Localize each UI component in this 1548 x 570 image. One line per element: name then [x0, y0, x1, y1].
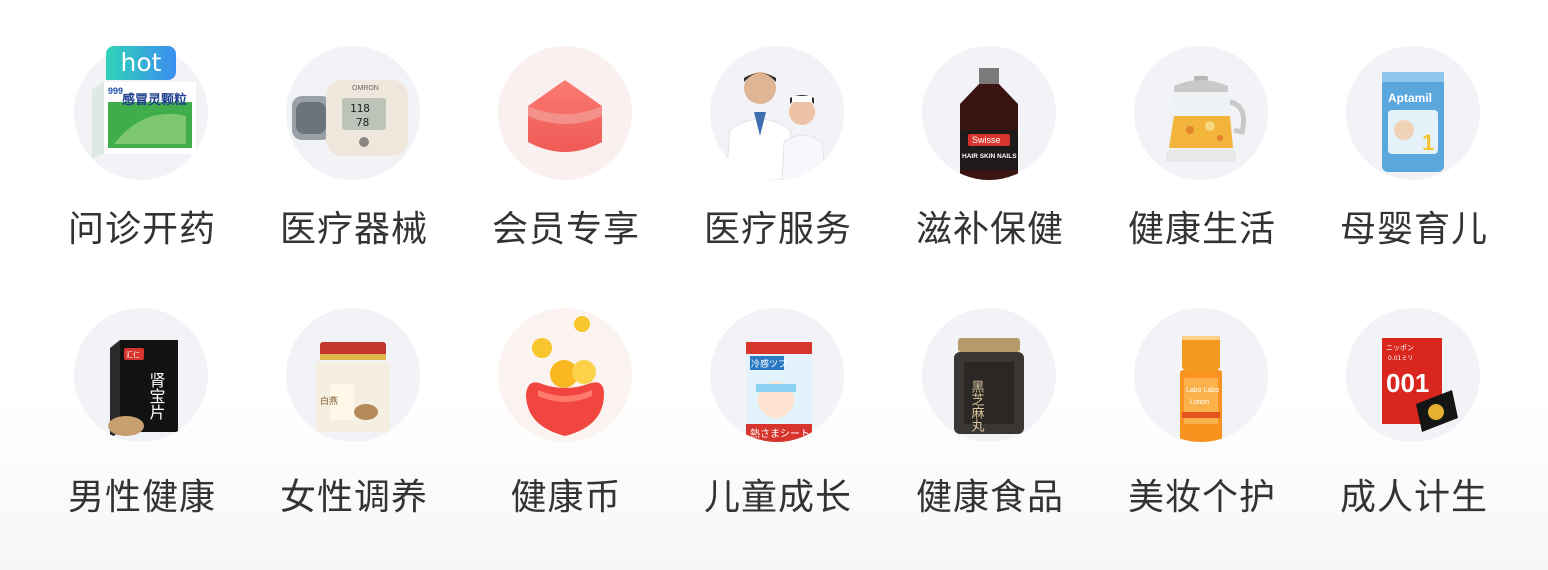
- category-label: 医疗器械: [279, 209, 428, 250]
- svg-text:Lotion: Lotion: [1190, 399, 1209, 406]
- category-item-health-food[interactable]: 黑芝麻丸 健康食品: [884, 270, 1096, 540]
- okamoto-box-icon: ニッポン 0.01ミリ 001: [1382, 338, 1458, 432]
- svg-text:0.01ミリ: 0.01ミリ: [1388, 355, 1413, 362]
- category-item-nourishing-health[interactable]: Swisse HAIR SKIN NAILS 滋补保健: [884, 0, 1096, 270]
- category-item-consult-medicine[interactable]: 999 感冒灵颗粒 问诊开药: [36, 0, 248, 270]
- category-icon-circle: 黑芝麻丸: [922, 308, 1056, 442]
- category-icon-circle: 白燕: [286, 308, 420, 442]
- category-label: 会员专享: [491, 209, 640, 250]
- category-label: 健康币: [510, 477, 622, 518]
- category-label: 问诊开药: [67, 209, 216, 250]
- category-label: 健康食品: [915, 477, 1064, 518]
- svg-text:999: 999: [108, 86, 123, 96]
- svg-text:1: 1: [1422, 130, 1434, 155]
- category-item-health-coin[interactable]: 健康币: [460, 270, 672, 540]
- svg-text:黑芝麻丸: 黑芝麻丸: [969, 380, 985, 433]
- swisse-bottle-icon: Swisse HAIR SKIN NAILS: [960, 68, 1018, 180]
- category-icon-circle: 汇仁 肾宝片: [74, 308, 208, 442]
- blood-pressure-monitor-icon: OMRON 118 78: [292, 80, 408, 156]
- svg-text:Aptamil: Aptamil: [1388, 91, 1432, 105]
- category-label: 母婴育儿: [1339, 209, 1488, 250]
- category-item-medical-services[interactable]: 医疗服务: [672, 0, 884, 270]
- kidney-tablets-box-icon: 汇仁 肾宝片: [108, 340, 178, 438]
- svg-text:OMRON: OMRON: [352, 85, 379, 92]
- svg-text:118: 118: [350, 102, 370, 115]
- category-label: 美妆个护: [1127, 477, 1276, 518]
- category-icon-circle: [498, 308, 632, 442]
- svg-text:Labo Labo: Labo Labo: [1186, 387, 1219, 394]
- category-label: 女性调养: [279, 477, 428, 518]
- category-icon-circle: ニッポン 0.01ミリ 001: [1346, 308, 1480, 442]
- health-kettle-icon: [1166, 76, 1246, 162]
- category-item-maternal-infant[interactable]: Aptamil 1 母婴育儿: [1308, 0, 1520, 270]
- svg-text:感冒灵颗粒: 感冒灵颗粒: [122, 92, 187, 108]
- category-icon-circle: [1134, 46, 1268, 180]
- lotion-bottle-icon: Labo Labo Lotion: [1180, 336, 1222, 442]
- category-icon-circle: 冷感ツブ 熱さまシート: [710, 308, 844, 442]
- category-icon-circle: Swisse HAIR SKIN NAILS: [922, 46, 1056, 180]
- svg-text:白燕: 白燕: [320, 395, 338, 407]
- svg-text:78: 78: [356, 116, 369, 129]
- member-red-pentagon-icon: [528, 80, 602, 152]
- hot-badge: hot: [106, 46, 176, 80]
- category-item-womens-care[interactable]: 白燕 女性调养: [248, 270, 460, 540]
- svg-text:汇仁: 汇仁: [126, 350, 140, 359]
- category-icon-circle: Aptamil 1: [1346, 46, 1480, 180]
- category-item-healthy-living[interactable]: 健康生活: [1096, 0, 1308, 270]
- svg-text:ニッポン: ニッポン: [1386, 344, 1414, 352]
- svg-text:熱さまシート: 熱さまシート: [750, 427, 810, 440]
- black-sesame-pills-jar-icon: 黑芝麻丸: [954, 338, 1024, 434]
- category-item-member-exclusive[interactable]: 会员专享: [460, 0, 672, 270]
- birds-nest-jar-icon: 白燕: [316, 342, 390, 432]
- svg-text:HAIR SKIN NAILS: HAIR SKIN NAILS: [962, 153, 1017, 160]
- category-grid: 999 感冒灵颗粒 问诊开药 OMRON 118 78 医疗器械 会员专享 医疗…: [36, 0, 1516, 570]
- svg-text:001: 001: [1386, 368, 1429, 398]
- category-icon-circle: [710, 46, 844, 180]
- category-item-mens-health[interactable]: 汇仁 肾宝片 男性健康: [36, 270, 248, 540]
- category-item-medical-devices[interactable]: OMRON 118 78 医疗器械: [248, 0, 460, 270]
- category-label: 医疗服务: [703, 209, 852, 250]
- category-icon-circle: [498, 46, 632, 180]
- svg-text:冷感ツブ: 冷感ツブ: [751, 358, 787, 370]
- category-item-adult-family-planning[interactable]: ニッポン 0.01ミリ 001 成人计生: [1308, 270, 1520, 540]
- category-label: 儿童成长: [703, 477, 852, 518]
- svg-text:Swisse: Swisse: [972, 135, 1001, 145]
- category-label: 男性健康: [67, 477, 216, 518]
- category-icon-circle: OMRON 118 78: [286, 46, 420, 180]
- cooling-patch-pack-icon: 冷感ツブ 熱さまシート: [746, 342, 812, 442]
- category-label: 滋补保健: [915, 209, 1064, 250]
- category-label: 健康生活: [1127, 209, 1276, 250]
- coin-pouch-icon: [526, 316, 604, 436]
- category-icon-circle: Labo Labo Lotion: [1134, 308, 1268, 442]
- category-item-beauty-care[interactable]: Labo Labo Lotion 美妆个护: [1096, 270, 1308, 540]
- doctor-nurse-icon: [725, 72, 827, 180]
- category-item-child-growth[interactable]: 冷感ツブ 熱さまシート 儿童成长: [672, 270, 884, 540]
- category-label: 成人计生: [1339, 477, 1488, 518]
- svg-text:肾宝片: 肾宝片: [147, 372, 166, 420]
- aptamil-formula-can-icon: Aptamil 1: [1382, 72, 1444, 172]
